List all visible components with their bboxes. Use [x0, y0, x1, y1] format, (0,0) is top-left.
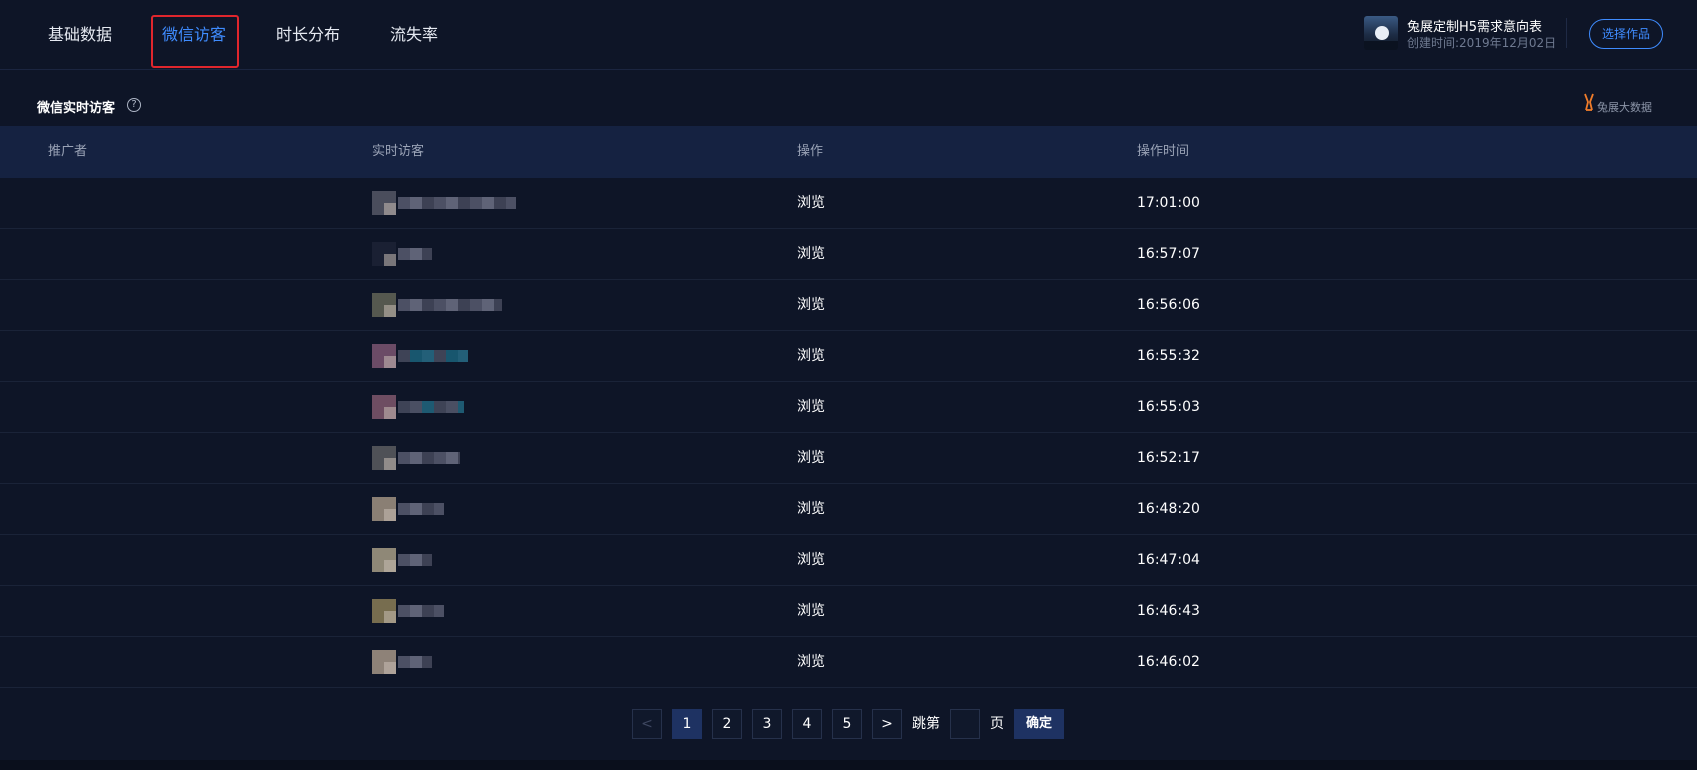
page-1-button[interactable]: 1 [672, 709, 702, 739]
work-created-date: 创建时间:2019年12月02日 [1407, 36, 1557, 50]
action-cell: 浏览 [797, 501, 825, 517]
action-cell: 浏览 [797, 603, 825, 619]
prev-page-button[interactable]: < [632, 709, 662, 739]
action-cell: 浏览 [797, 552, 825, 568]
next-page-button[interactable]: > [872, 709, 902, 739]
header-promoter: 推广者 [48, 144, 88, 159]
visitor-name-redacted [398, 503, 444, 515]
visitor-name-redacted [398, 401, 464, 413]
table-body: 浏览 17:01:00 浏览 16:57:07 浏览 16:56:06 浏览 1… [0, 178, 1697, 688]
visitor-name-redacted [398, 248, 432, 260]
visitor-avatar [372, 446, 396, 470]
time-cell: 16:46:02 [1137, 654, 1200, 670]
page-5-button[interactable]: 5 [832, 709, 862, 739]
confirm-jump-button[interactable]: 确定 [1014, 709, 1064, 739]
question-circle-icon[interactable]: ? [127, 98, 141, 112]
time-cell: 16:55:32 [1137, 348, 1200, 364]
visitor-name-redacted [398, 605, 444, 617]
section-title: 微信实时访客 [37, 101, 116, 116]
table-row: 浏览 16:56:06 [0, 280, 1697, 331]
time-cell: 16:47:04 [1137, 552, 1200, 568]
time-cell: 16:52:17 [1137, 450, 1200, 466]
action-cell: 浏览 [797, 348, 825, 364]
time-cell: 17:01:00 [1137, 195, 1200, 211]
visitor-name-redacted [398, 299, 502, 311]
time-cell: 16:57:07 [1137, 246, 1200, 262]
jump-prefix-label: 跳第 [912, 716, 940, 732]
visitor-avatar [372, 344, 396, 368]
header-action-time: 操作时间 [1137, 144, 1190, 159]
page-2-button[interactable]: 2 [712, 709, 742, 739]
visitor-avatar [372, 242, 396, 266]
page-3-button[interactable]: 3 [752, 709, 782, 739]
visitor-avatar [372, 548, 396, 572]
tab-duration-distribution[interactable]: 时长分布 [276, 20, 340, 50]
table-row: 浏览 16:46:43 [0, 586, 1697, 637]
choose-work-button[interactable]: 选择作品 [1589, 19, 1663, 49]
table-row: 浏览 17:01:00 [0, 178, 1697, 229]
top-navigation: 基础数据 微信访客 时长分布 流失率 兔展定制H5需求意向表 创建时间:2019… [0, 0, 1697, 70]
work-thumbnail [1364, 16, 1398, 50]
table-row: 浏览 16:55:03 [0, 382, 1697, 433]
time-cell: 16:46:43 [1137, 603, 1200, 619]
page-4-button[interactable]: 4 [792, 709, 822, 739]
moon-icon [1375, 26, 1389, 40]
visitor-avatar [372, 599, 396, 623]
rabbit-logo-icon [1584, 93, 1594, 111]
header-action: 操作 [797, 144, 824, 159]
action-cell: 浏览 [797, 246, 825, 262]
work-title: 兔展定制H5需求意向表 [1407, 20, 1543, 35]
time-cell: 16:48:20 [1137, 501, 1200, 517]
action-cell: 浏览 [797, 450, 825, 466]
action-cell: 浏览 [797, 297, 825, 313]
time-cell: 16:56:06 [1137, 297, 1200, 313]
action-cell: 浏览 [797, 195, 825, 211]
tab-basic-data[interactable]: 基础数据 [48, 20, 112, 50]
table-row: 浏览 16:46:02 [0, 637, 1697, 688]
visitor-name-redacted [398, 554, 432, 566]
tab-wechat-visitors[interactable]: 微信访客 [162, 20, 226, 50]
time-cell: 16:55:03 [1137, 399, 1200, 415]
table-row: 浏览 16:57:07 [0, 229, 1697, 280]
table-row: 浏览 16:52:17 [0, 433, 1697, 484]
visitor-name-redacted [398, 197, 516, 209]
visitor-avatar [372, 395, 396, 419]
jump-suffix-label: 页 [990, 716, 1004, 732]
visitor-name-redacted [398, 656, 432, 668]
visitor-name-redacted [398, 452, 460, 464]
table-row: 浏览 16:55:32 [0, 331, 1697, 382]
tab-churn-rate[interactable]: 流失率 [390, 20, 438, 50]
visitor-avatar [372, 497, 396, 521]
visitor-avatar [372, 650, 396, 674]
visitor-name-redacted [398, 350, 468, 362]
jump-page-input[interactable] [950, 709, 980, 739]
brand-label: 兔展大数据 [1597, 101, 1652, 114]
footer-strip [0, 760, 1697, 770]
action-cell: 浏览 [797, 654, 825, 670]
divider [1566, 18, 1567, 48]
visitor-avatar [372, 293, 396, 317]
action-cell: 浏览 [797, 399, 825, 415]
table-header: 推广者 实时访客 操作 操作时间 [0, 126, 1697, 178]
table-row: 浏览 16:47:04 [0, 535, 1697, 586]
visitor-avatar [372, 191, 396, 215]
header-visitor: 实时访客 [372, 144, 425, 159]
table-row: 浏览 16:48:20 [0, 484, 1697, 535]
